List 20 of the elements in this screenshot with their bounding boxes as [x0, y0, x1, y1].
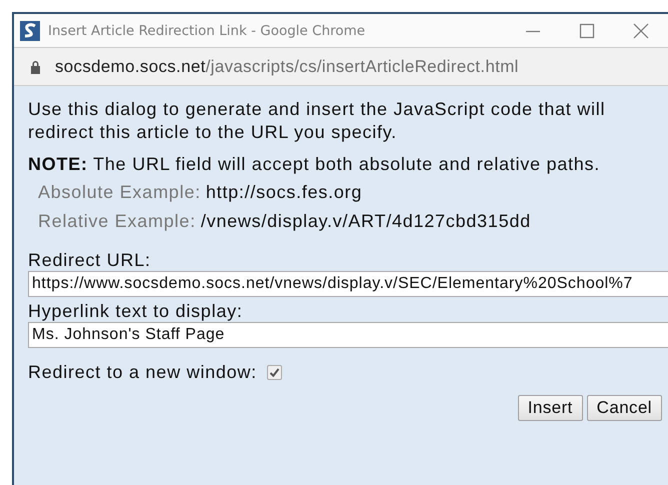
input-field[interactable]: Ms. Johnson's Staff Page — [28, 322, 668, 348]
input-field[interactable]: https://www.socsdemo.socs.net/vnews/display.v/SEC/Elementary%20School%7 — [28, 271, 668, 297]
checkbox-label: Redirect to a new window: — [28, 362, 257, 383]
field-label: Hyperlink text to display: — [28, 301, 244, 322]
note-text: NOTE: The URL field will accept both absolute and relative paths. — [28, 153, 602, 176]
window-title: Insert Article Redirection Link - Google Chrome — [48, 22, 366, 38]
field-label: Redirect URL: — [28, 250, 152, 271]
lock-icon — [30, 60, 41, 74]
insert-button[interactable]: Insert — [518, 395, 583, 421]
app-logo-icon — [20, 20, 40, 40]
close-icon[interactable] — [633, 22, 649, 38]
example-label: Absolute Example: — [38, 181, 201, 204]
maximize-icon[interactable] — [579, 22, 595, 38]
intro-text: Use this dialog to generate and insert the JavaScript code that will redirect this article to the URL you specify. — [28, 98, 606, 144]
page-url: socsdemo.socs.net/javascripts/cs/insertArticleRedirect.html — [55, 56, 519, 76]
example-value: /vnews/display.v/ART/4d127cbd315dd — [200, 210, 531, 233]
example-label: Relative Example: — [38, 210, 196, 233]
cancel-button[interactable]: Cancel — [586, 395, 662, 421]
example-value: http://socs.fes.org — [206, 181, 362, 204]
checkbox[interactable] — [266, 365, 282, 380]
